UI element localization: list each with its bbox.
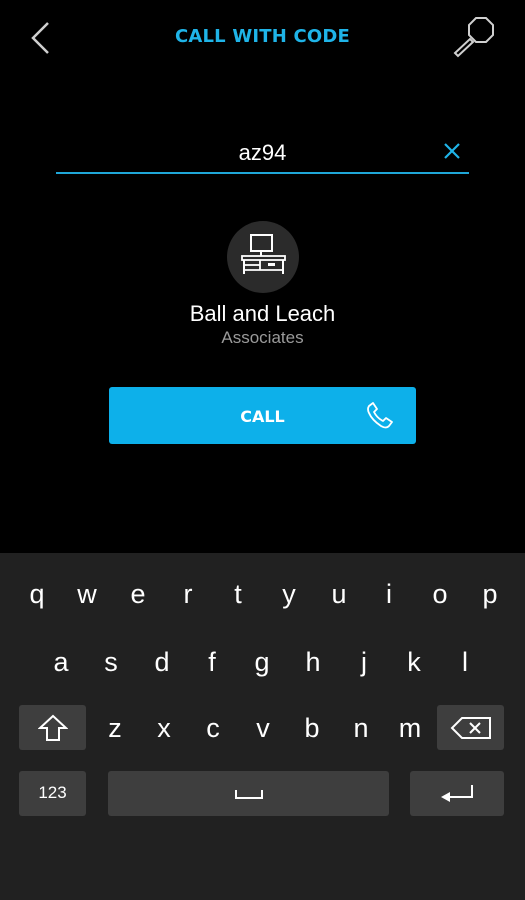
key[interactable]: l [443,647,487,678]
key[interactable]: s [89,647,133,678]
keyboard: qwertyuiop asdfghjkl zxcvbnm 123 [0,553,525,900]
key[interactable]: m [388,713,432,744]
contact-avatar [227,221,299,293]
key[interactable]: h [291,647,335,678]
key[interactable]: i [367,579,411,610]
backspace-key[interactable] [437,705,504,750]
key[interactable]: b [290,713,334,744]
page-title: CALL WITH CODE [174,26,351,47]
key[interactable]: n [339,713,383,744]
key[interactable]: d [140,647,184,678]
key[interactable]: o [418,579,462,610]
key[interactable]: z [93,713,137,744]
close-icon [444,143,460,159]
space-bar-icon [234,789,263,799]
numbers-key[interactable]: 123 [19,771,86,816]
key[interactable]: k [392,647,436,678]
backspace-icon [450,716,491,739]
key[interactable]: f [190,647,234,678]
shift-key[interactable] [19,705,86,750]
key[interactable]: w [65,579,109,610]
contact-subtitle: Associates [221,328,304,347]
key[interactable]: r [166,579,210,610]
key[interactable]: c [191,713,235,744]
key[interactable]: y [267,579,311,610]
key[interactable]: q [15,579,59,610]
return-key[interactable] [410,771,504,816]
key[interactable]: t [216,579,260,610]
code-field [56,134,469,174]
key[interactable]: p [468,579,512,610]
key[interactable]: j [342,647,386,678]
key[interactable]: v [241,713,285,744]
search-button[interactable] [448,14,500,60]
office-desk-icon [241,234,286,274]
phone-icon [367,402,393,429]
space-key[interactable] [108,771,389,816]
key[interactable]: u [317,579,361,610]
key[interactable]: e [116,579,160,610]
shift-arrow-icon [37,714,68,741]
clear-button[interactable] [441,140,463,162]
key[interactable]: a [39,647,83,678]
call-button[interactable]: CALL [109,387,416,444]
key[interactable]: g [240,647,284,678]
return-arrow-icon [441,784,473,802]
contact-name: Ball and Leach [189,301,336,326]
key[interactable]: x [142,713,186,744]
code-input[interactable] [56,134,469,172]
magnifier-icon [453,17,494,58]
